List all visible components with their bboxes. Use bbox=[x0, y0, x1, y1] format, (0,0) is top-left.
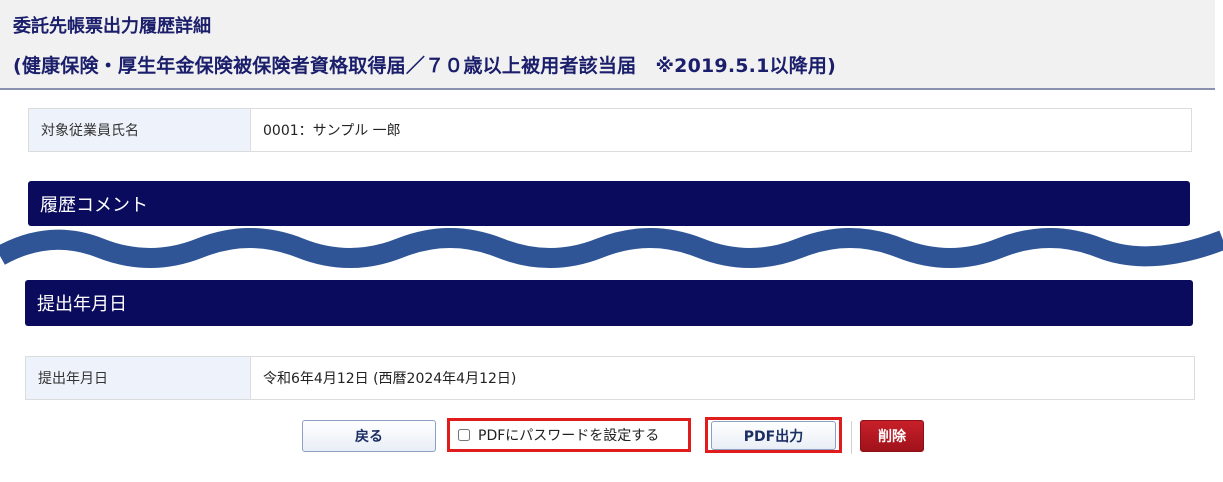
delete-button[interactable]: 削除 bbox=[860, 420, 924, 452]
submission-section-header: 提出年月日 bbox=[25, 280, 1193, 326]
employee-row: 対象従業員氏名 0001：サンプル 一郎 bbox=[28, 108, 1192, 152]
page-subtitle: (健康保険・厚生年金保険被保険者資格取得届／７０歳以上被用者該当届 ※2019.… bbox=[13, 55, 836, 77]
employee-value: 0001：サンプル 一郎 bbox=[263, 123, 401, 139]
submission-label: 提出年月日 bbox=[26, 357, 251, 399]
page-header: 委託先帳票出力履歴詳細 (健康保険・厚生年金保険被保険者資格取得届／７０歳以上被… bbox=[0, 0, 1215, 90]
employee-label: 対象従業員氏名 bbox=[29, 109, 251, 151]
pdf-password-label: PDFにパスワードを設定する bbox=[478, 428, 660, 444]
submission-row: 提出年月日 令和6年4月12日 (西暦2024年4月12日) bbox=[25, 356, 1195, 400]
omission-wave bbox=[0, 228, 1223, 268]
pdf-password-checkbox[interactable] bbox=[458, 429, 470, 441]
submission-value: 令和6年4月12日 (西暦2024年4月12日) bbox=[263, 371, 517, 387]
pdf-output-button[interactable]: PDF出力 bbox=[711, 421, 836, 450]
pdf-password-option[interactable]: PDFにパスワードを設定する bbox=[447, 418, 691, 452]
page-title: 委託先帳票出力履歴詳細 bbox=[13, 16, 211, 37]
button-divider bbox=[851, 421, 852, 454]
back-button[interactable]: 戻る bbox=[302, 420, 436, 452]
